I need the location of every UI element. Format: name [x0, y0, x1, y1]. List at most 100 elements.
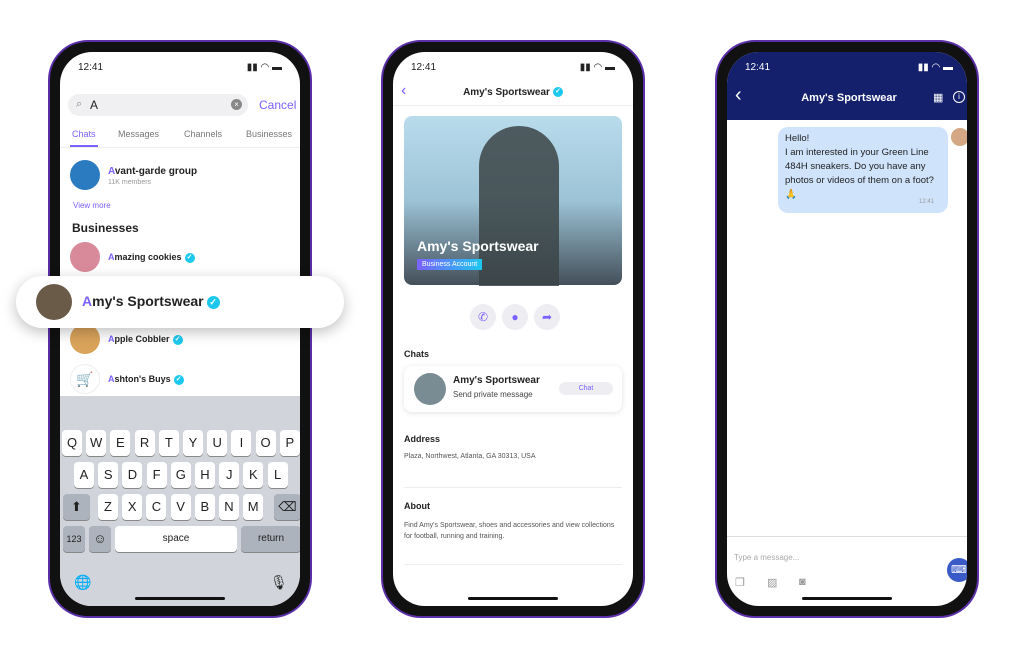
key-e[interactable]: E [110, 430, 131, 456]
key-y[interactable]: Y [183, 430, 203, 456]
section-heading: Businesses [72, 221, 139, 235]
clear-icon[interactable]: × [231, 99, 242, 110]
keyboard: QWERTYUIOP ASDFGHJKL ZXCVBNM ⬆ ⌫ 123 ☺ spa… [60, 396, 300, 606]
key-c[interactable]: C [146, 494, 167, 520]
space-key[interactable]: space [115, 526, 237, 552]
key-h[interactable]: H [195, 462, 215, 488]
website-button[interactable]: ● [502, 304, 528, 330]
return-key[interactable]: return [241, 526, 300, 552]
keyboard-button[interactable]: ⌨ [947, 558, 967, 582]
key-x[interactable]: X [122, 494, 143, 520]
tab-messages[interactable]: Messages [118, 129, 159, 139]
avatar [70, 160, 100, 190]
search-value: A [90, 98, 99, 112]
key-j[interactable]: J [219, 462, 240, 488]
key-z[interactable]: Z [98, 494, 118, 520]
chat-title: Amy's Sportswear [801, 92, 897, 104]
chat-card[interactable]: Amy's Sportswear Send private message Ch… [404, 366, 622, 412]
address-heading: Address [404, 434, 441, 444]
message-time: 12:41 [919, 199, 935, 205]
verified-icon: ✓ [552, 87, 563, 98]
chat-name: Amy's Sportswear [453, 375, 540, 386]
backspace-key[interactable]: ⌫ [274, 494, 300, 520]
user-avatar [951, 128, 967, 146]
home-indicator [802, 597, 892, 600]
call-button[interactable]: ✆ [470, 304, 496, 330]
microphone-icon[interactable]: 🎙 [270, 574, 288, 591]
phone-profile: 12:41 ▮▮ ◠ ▬ ‹ Amy's Sportswear ✓ Amy's Sp… [381, 40, 645, 618]
chat-button[interactable]: Chat [559, 382, 613, 395]
cancel-button[interactable]: Cancel [259, 98, 296, 112]
store-icon[interactable]: ▦ [933, 91, 943, 104]
list-item[interactable]: 🛒 Ashton's Buys ✓ [70, 364, 290, 394]
page-title: Amy's Sportswear [463, 87, 550, 98]
tab-chats[interactable]: Chats [70, 129, 98, 147]
key-q[interactable]: Q [62, 430, 82, 456]
info-icon[interactable]: i [953, 91, 965, 103]
message-input[interactable]: Type a message... [734, 553, 799, 562]
message-text: Hello! I am interested in your Green Lin… [785, 133, 934, 200]
verified-icon: ✓ [184, 252, 195, 263]
avatar [414, 373, 446, 405]
signal-wifi-battery-icon: ▮▮ ◠ ▬ [246, 62, 282, 73]
verified-icon: ✓ [206, 295, 220, 309]
business-badge: Business Account [417, 259, 483, 270]
business-name: mazing cookies [114, 252, 182, 262]
members-count: 11K members [108, 179, 152, 186]
sticker-icon[interactable]: ❐ [735, 576, 745, 589]
key-b[interactable]: B [194, 494, 215, 520]
key-v[interactable]: V [170, 494, 191, 520]
about-heading: About [404, 501, 430, 511]
key-d[interactable]: D [122, 462, 143, 488]
key-t[interactable]: T [158, 430, 179, 456]
hero-name: Amy's Sportswear [417, 238, 539, 254]
gallery-icon[interactable]: ▨ [767, 576, 777, 589]
key-f[interactable]: F [146, 462, 167, 488]
key-g[interactable]: G [170, 462, 191, 488]
verified-icon: ✓ [173, 374, 184, 385]
numbers-key[interactable]: 123 [63, 526, 85, 552]
time: 12:41 [78, 62, 104, 73]
chats-heading: Chats [404, 349, 430, 359]
key-u[interactable]: U [207, 430, 228, 456]
key-a[interactable]: A [74, 462, 94, 488]
key-n[interactable]: N [219, 494, 239, 520]
key-r[interactable]: R [134, 430, 155, 456]
address-text: Plaza, Northwest, Atlanta, GA 30313, USA [404, 453, 536, 460]
home-indicator [468, 597, 558, 600]
list-item[interactable]: Apple Cobbler ✓ [70, 324, 290, 354]
key-s[interactable]: S [98, 462, 119, 488]
status-bar: 12:41 ▮▮ ◠ ▬ [411, 62, 615, 73]
key-l[interactable]: L [267, 462, 288, 488]
key-i[interactable]: I [231, 430, 252, 456]
highlighted-result-amys-sportswear[interactable]: Amy's Sportswear ✓ [16, 276, 344, 328]
camera-icon[interactable]: ◙ [799, 576, 806, 588]
key-p[interactable]: P [279, 430, 300, 456]
hero-image: Amy's Sportswear Business Account [404, 116, 622, 286]
key-w[interactable]: W [86, 430, 107, 456]
search-icon: ⌕ [76, 98, 83, 110]
avatar [70, 324, 100, 354]
group-name: vant-garde group [114, 166, 198, 177]
avatar [36, 284, 72, 320]
list-item[interactable]: Amazing cookies ✓ [70, 242, 290, 272]
phone-chat: 12:41 ▮▮ ◠ ▬ ‹ Amy's Sportswear ▦ i Hello… [715, 40, 979, 618]
list-item-group[interactable]: Avant-garde group 11K members [70, 160, 290, 192]
globe-icon[interactable]: 🌐 [74, 574, 91, 591]
chat-subtitle: Send private message [453, 390, 533, 399]
phone-search: 12:41 ▮▮ ◠ ▬ ⌕ A × Cancel Chats Messages … [48, 40, 312, 618]
key-m[interactable]: M [243, 494, 264, 520]
highlight: A [108, 166, 115, 177]
view-more-link[interactable]: View more [73, 201, 111, 210]
emoji-key[interactable]: ☺ [89, 526, 111, 552]
person-silhouette [479, 126, 559, 286]
business-name: pple Cobbler [114, 334, 170, 344]
chat-header: 12:41 ▮▮ ◠ ▬ ‹ Amy's Sportswear ▦ i [727, 52, 967, 120]
search-input[interactable]: ⌕ A × [68, 94, 248, 116]
shift-key[interactable]: ⬆ [63, 494, 90, 520]
key-k[interactable]: K [243, 462, 264, 488]
tab-channels[interactable]: Channels [184, 129, 222, 139]
key-o[interactable]: O [255, 430, 276, 456]
share-button[interactable]: ➦ [534, 304, 560, 330]
tab-businesses[interactable]: Businesses [246, 129, 292, 139]
